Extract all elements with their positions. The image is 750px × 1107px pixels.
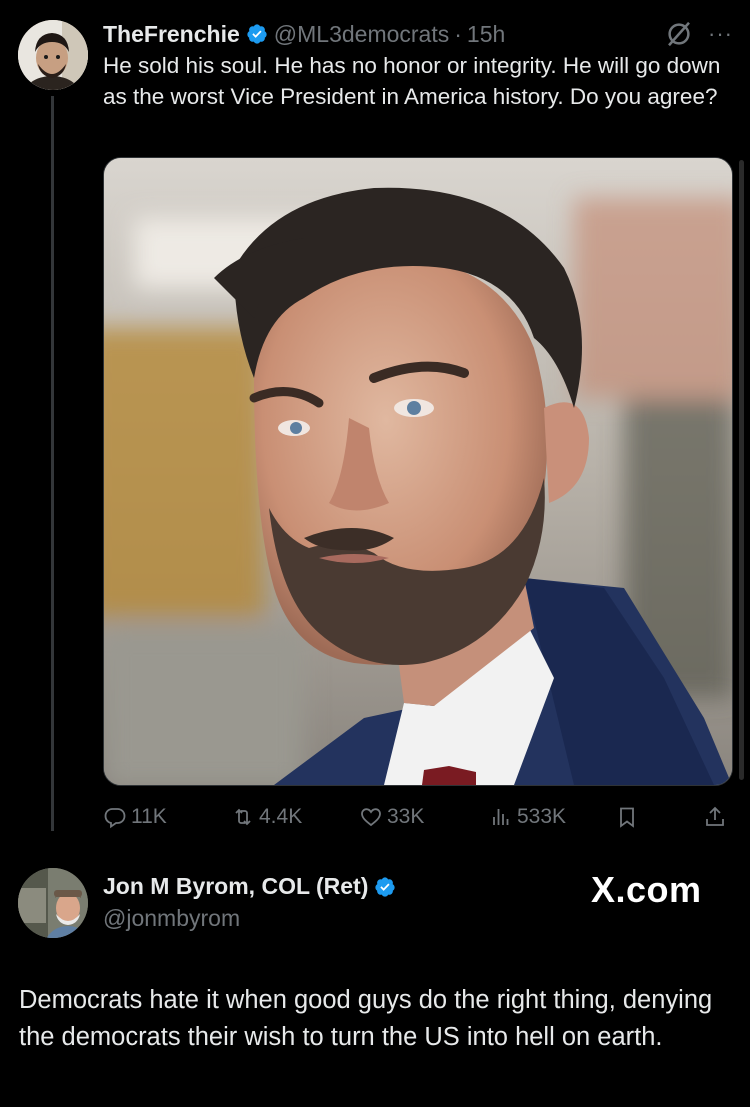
thread-view: TheFrenchie @ML3democrats · 15h ··· He s… — [0, 0, 750, 1107]
like-button[interactable]: 33K — [359, 805, 424, 829]
display-name[interactable]: TheFrenchie — [103, 21, 240, 48]
more-icon[interactable]: ··· — [708, 21, 733, 47]
avatar[interactable] — [18, 868, 88, 938]
bookmark-button[interactable] — [615, 805, 643, 829]
tweet-header: TheFrenchie @ML3democrats · 15h ··· — [103, 18, 733, 50]
avatar[interactable] — [18, 20, 88, 90]
timestamp[interactable]: 15h — [467, 21, 505, 48]
like-count: 33K — [387, 805, 425, 828]
views-count: 533K — [517, 805, 567, 828]
retweet-count: 4.4K — [259, 805, 303, 828]
handle[interactable]: @ML3democrats — [274, 21, 449, 48]
tweet-photo[interactable] — [103, 157, 733, 786]
display-name-row: Jon M Byrom, COL (Ret) — [103, 873, 402, 900]
grok-icon[interactable] — [664, 19, 694, 49]
reply-icon — [104, 808, 126, 829]
separator-dot: · — [454, 20, 462, 47]
verified-badge-icon — [375, 876, 395, 897]
xcom-watermark: X.com — [591, 869, 702, 910]
share-icon — [706, 806, 724, 826]
retweet-button[interactable]: 4.4K — [231, 805, 302, 829]
photo-man-in-suit — [104, 158, 732, 785]
like-icon — [361, 808, 381, 827]
tweet-text: He sold his soul. He has no honor or int… — [103, 53, 721, 109]
handle[interactable]: @jonmbyrom — [103, 905, 240, 932]
tweet-text: Democrats hate it when good guys do the … — [19, 986, 713, 1051]
verified-badge-icon — [247, 24, 267, 44]
scrollbar[interactable] — [739, 160, 744, 780]
reply-count: 11K — [131, 805, 167, 828]
bookmark-icon — [620, 807, 634, 828]
views-icon — [493, 809, 509, 825]
views-button[interactable]: 533K — [489, 805, 566, 829]
reply-button[interactable]: 11K — [103, 805, 167, 829]
thread-connector-line — [51, 96, 54, 831]
display-name[interactable]: Jon M Byrom, COL (Ret) — [103, 873, 368, 900]
share-button[interactable] — [703, 805, 731, 829]
retweet-icon — [235, 808, 251, 826]
tweet-actions: 11K 4.4K 33K 533K — [103, 800, 733, 834]
